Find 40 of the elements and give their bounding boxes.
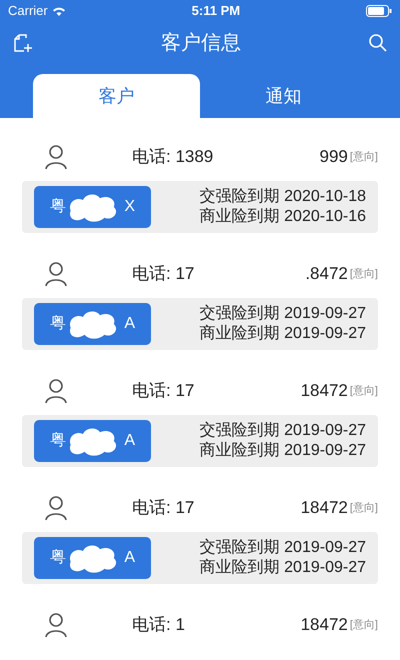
vehicle-card[interactable]: 粤 A 交强险到期 2019-09-27 商业险到期 2019-09-27 — [22, 298, 378, 350]
vehicle-card[interactable]: 粤 A 交强险到期 2019-09-27 商业险到期 2019-09-27 — [22, 532, 378, 584]
phone-number-start: 电话: 1 — [132, 614, 185, 636]
page-title: 客户信息 — [161, 31, 241, 56]
tab[interactable]: 客户 — [33, 74, 200, 118]
phone-number-end: 18472 — [300, 380, 348, 402]
insurance-expiry: 商业险到期 2020-10-16 — [200, 207, 366, 227]
insurance-expiry: 交强险到期 2019-09-27 — [200, 304, 366, 324]
clock-time: 5:11 PM — [192, 2, 240, 20]
status-tag: [意向] — [350, 616, 378, 634]
vehicle-card[interactable]: 粤 X 交强险到期 2020-10-18 商业险到期 2020-10-16 — [22, 181, 378, 233]
insurance-expiry: 交强险到期 2019-09-27 — [200, 421, 366, 441]
phone-number-start: 电话: 17 — [132, 263, 194, 286]
carrier-label: Carrier — [8, 2, 48, 20]
status-tag: [意向] — [350, 148, 378, 166]
phone-number-end: 999 — [320, 146, 348, 168]
plate-province: 粤 — [50, 197, 66, 217]
phone-number-start: 电话: 1389 — [132, 146, 214, 168]
insurance-expiry: 商业险到期 2019-09-27 — [200, 558, 366, 578]
plate-suffix: A — [124, 314, 135, 334]
status-tag: [意向] — [350, 382, 378, 400]
phone-number-end: 18472 — [300, 614, 348, 636]
phone-number-start: 电话: 17 — [132, 380, 194, 402]
phone-number-end: .8472 — [305, 263, 348, 286]
plate-province: 粤 — [50, 431, 66, 451]
plate-province: 粤 — [50, 314, 66, 334]
plate-suffix: X — [124, 197, 135, 217]
plate-suffix: A — [124, 548, 135, 568]
vehicle-card[interactable]: 粤 A 交强险到期 2019-09-27 商业险到期 2019-09-27 — [22, 415, 378, 467]
status-tag: [意向] — [350, 266, 378, 282]
status-tag: [意向] — [350, 500, 378, 516]
insurance-expiry: 商业险到期 2019-09-27 — [200, 324, 366, 344]
insurance-expiry: 商业险到期 2019-09-27 — [200, 441, 366, 461]
plate-suffix: A — [124, 431, 135, 451]
phone-number-end: 18472 — [300, 497, 348, 520]
phone-number-start: 电话: 17 — [132, 497, 194, 520]
insurance-expiry: 交强险到期 2020-10-18 — [200, 187, 366, 207]
tab[interactable]: 通知 — [200, 74, 367, 118]
insurance-expiry: 交强险到期 2019-09-27 — [200, 538, 366, 558]
plate-province: 粤 — [50, 548, 66, 568]
